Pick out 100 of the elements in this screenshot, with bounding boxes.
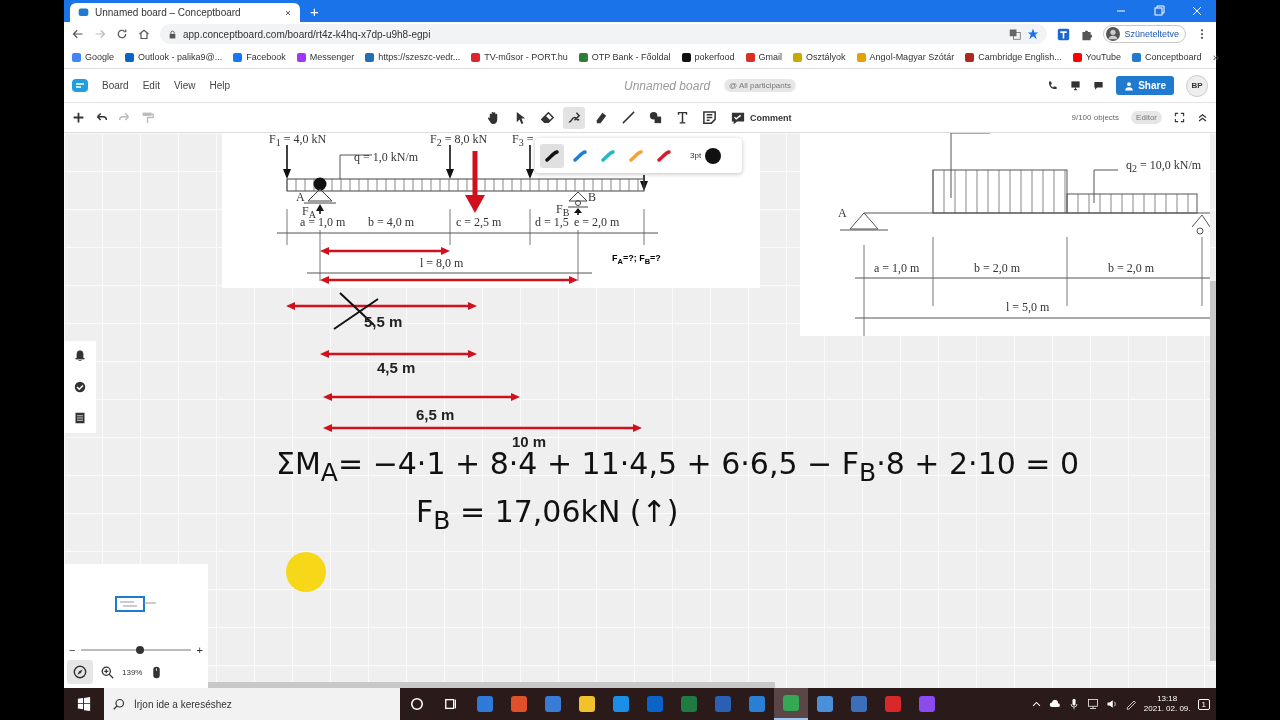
task-view-icon[interactable] [444,697,458,711]
translate-icon[interactable] [1009,28,1022,40]
menu-item[interactable]: View [173,80,196,91]
bookmark[interactable]: Cambridge English... [965,52,1062,62]
microphone-icon[interactable] [1067,698,1080,710]
bookmark[interactable]: Osztályok [793,52,846,62]
object-count: 9/100 objects [1071,113,1120,122]
bookmark[interactable]: TV-műsor - PORT.hu [471,52,568,62]
diagram-label: a = 1,0 m [874,262,920,274]
editor-role-badge[interactable]: Editor [1131,111,1162,124]
user-avatar[interactable]: BP [1186,74,1208,97]
note-icon [701,110,717,125]
diagram-label: b = 4,0 m [368,216,415,228]
conceptboard-logo-icon[interactable] [78,7,89,18]
menu-item[interactable]: Edit [142,80,160,91]
chat-icon[interactable] [1093,80,1105,91]
participants-badge[interactable]: @ All participants [724,79,796,92]
diagram-label: F$_{B}$ [556,203,570,219]
force-arrow [446,144,454,179]
menu-item[interactable]: Board [102,80,129,91]
person-icon [1124,80,1135,91]
network-icon[interactable] [1086,698,1099,710]
taskbar-app-button[interactable] [774,688,808,720]
zoom-slider-thumb[interactable] [136,646,145,654]
plus-icon[interactable] [72,111,85,124]
bookmark[interactable]: Conceptboard [1132,52,1202,62]
collapse-chevron-icon[interactable] [1197,112,1208,123]
diagram-label: c = 2,5 m [456,216,502,228]
extension-t-icon[interactable] [1057,27,1071,41]
comment-icon [731,110,745,125]
navigator-button[interactable] [67,660,93,684]
taskbar-search-field[interactable]: Írjon ide a kereséshez [104,688,400,720]
bookmark[interactable]: Outlook - palika9@... [125,52,223,62]
diagram-label: e = 2,0 m [574,216,620,228]
bookmark[interactable]: https://szeszc-vedr... [365,52,461,62]
clock-time[interactable]: 13:18 [1157,693,1178,704]
zoom-in-button[interactable]: + [196,644,203,656]
browser-tab[interactable]: Unnamed board – Conceptboard [70,3,300,22]
conceptboard-logo-icon[interactable] [72,77,88,94]
screen-icon[interactable] [1070,80,1082,91]
leader-line [339,154,373,180]
avatar-icon [1106,27,1121,41]
comment-button[interactable]: Comment [725,109,798,126]
diagram-label: F$_{A}$ [302,205,316,221]
share-button[interactable]: Share [1116,76,1174,95]
list-icon[interactable] [74,411,86,424]
bookmark[interactable]: pokerfood [681,52,735,62]
cloud-icon[interactable] [1048,698,1061,710]
bookmark[interactable]: Angol-Magyar Szótár [856,52,955,62]
pointer-highlight [286,552,326,592]
windows-logo-icon[interactable] [77,697,91,711]
bookmark[interactable]: Facebook [233,52,286,62]
puzzle-icon[interactable] [1080,27,1094,41]
menu-item[interactable]: Help [209,80,230,91]
force-arrow [526,144,534,179]
shapes-icon [647,110,663,125]
fullscreen-icon[interactable] [1174,112,1185,123]
viewport-thumbnail-icon[interactable] [115,596,157,612]
pen-size-selector[interactable]: 3pt [690,151,702,160]
pen-tool-button[interactable] [563,106,585,129]
pen-icon[interactable] [1124,698,1137,710]
phone-icon[interactable] [1047,80,1059,91]
diagram-label: F$_{1}$ = 4,0 kN [269,133,327,149]
clock-date[interactable]: 2021. 02. 09. [1143,704,1191,715]
diagram-label: b = 2,0 m [1108,262,1155,274]
pen-color-button[interactable] [540,143,564,168]
new-tab-button[interactable]: + [306,2,323,20]
bookmark[interactable]: YouTube [1072,52,1122,62]
diagram-label: q$_{2}$ = 10,0 kN/m [1126,159,1202,175]
length-label: 6,5 m [416,406,455,423]
reload-icon[interactable] [116,28,128,40]
lock-icon [168,29,177,39]
notification-button[interactable]: 1 [1197,698,1210,710]
zoom-out-button[interactable]: − [69,644,76,656]
bookmark[interactable]: Messenger [296,52,355,62]
compass-icon [73,665,87,679]
check-circle-icon[interactable] [74,381,86,393]
cortana-circle-icon[interactable] [410,697,424,711]
back-arrow-icon[interactable] [72,28,84,40]
zoom-icon[interactable] [101,665,114,679]
vertical-scrollbar[interactable] [1210,281,1216,661]
diagram-label: F$_{2}$ = 8,0 kN [430,133,488,149]
bookmark[interactable]: Gmail [745,52,783,62]
home-icon[interactable] [138,28,150,40]
force-arrow [465,151,485,213]
diagram-label: q = 1,0 kN/m [354,151,419,163]
bell-icon[interactable] [74,350,86,363]
force-arrow [283,144,291,179]
diagram-label: l = 8,0 m [420,257,464,269]
zoom-level[interactable]: 139% [122,667,143,677]
speaker-icon[interactable] [1105,698,1118,710]
close-icon[interactable] [284,8,292,17]
address-bar[interactable]: app.conceptboard.com/board/rt4z-k4hq-x7dp-u9h8-egpi [160,24,1048,44]
bookmark[interactable]: Google [72,52,115,62]
leader-line [1093,169,1119,204]
bookmark[interactable]: OTP Bank - Főoldal [578,52,671,62]
star-icon[interactable] [1027,28,1040,40]
horizontal-scrollbar[interactable] [208,682,775,688]
diagram-label: A [838,207,847,219]
pen-color-selector[interactable] [705,147,722,164]
